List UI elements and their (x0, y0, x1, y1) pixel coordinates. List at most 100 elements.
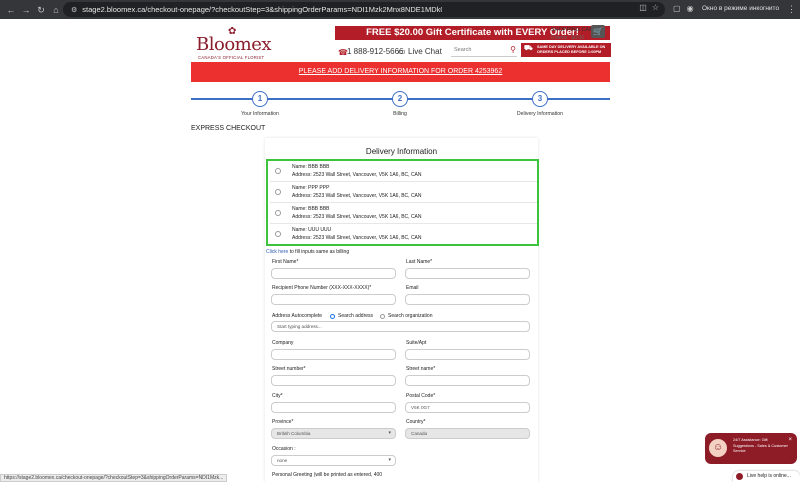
saved-address-item[interactable]: Name: PPP PPP Address: 2523 Wall Street,… (270, 182, 537, 203)
phone-number[interactable]: 1 888-912-5666 (347, 47, 404, 56)
browser-status-url: https://stage2.bloomex.ca/checkout-onepa… (0, 474, 228, 482)
saved-address-item[interactable]: Name: BBB BBB Address: 2523 Wall Street,… (270, 203, 537, 224)
search-organization-radio[interactable] (380, 313, 385, 319)
delivery-alert-banner[interactable]: PLEASE ADD DELIVERY INFORMATION FOR ORDE… (191, 62, 610, 82)
company-field[interactable] (271, 349, 396, 360)
cart-summary: 0 items · $0.00 (551, 35, 585, 41)
logo-tagline: CANADA'S OFFICIAL FLORIST (198, 55, 265, 60)
address-radio[interactable] (275, 168, 281, 174)
street-name-label: Street name* (406, 366, 436, 372)
last-name-label: Last Name* (406, 259, 433, 265)
browser-toolbar: ← → ↻ ⌂ ⚙ stage2.bloomex.ca/checkout-one… (0, 0, 800, 19)
delivery-information-title: Delivery Information (365, 147, 438, 156)
country-label: Country* (406, 419, 426, 425)
city-field[interactable] (271, 402, 396, 413)
address-bar[interactable]: ⚙ stage2.bloomex.ca/checkout-onepage/?ch… (63, 2, 665, 17)
postal-code-field[interactable]: V5K 0G7 (405, 402, 530, 413)
search-organization-option[interactable]: Search organization (380, 313, 432, 319)
city-label: City* (272, 393, 283, 399)
site-info-icon[interactable]: ⚙ (71, 6, 77, 14)
address-line: Address: 2523 Wall Street, Vancouver, V5… (292, 214, 422, 220)
province-select[interactable]: British Columbia ▾ (271, 428, 396, 439)
live-chat-link[interactable]: Live Chat (408, 47, 442, 56)
cart-icon[interactable]: 🛒 (591, 25, 605, 38)
reload-icon[interactable]: ↻ (35, 4, 47, 16)
street-number-label: Street number* (272, 366, 306, 372)
search-address-radio[interactable] (330, 313, 335, 319)
step-2-label: Billing (393, 111, 407, 117)
saved-addresses-list: Name: BBB BBB Address: 2523 Wall Street,… (266, 159, 539, 246)
address-line: Address: 2523 Wall Street, Vancouver, V5… (292, 172, 422, 178)
same-day-text: SAME DAY DELIVERY AVAILABLE ON ORDERS PL… (537, 45, 606, 54)
occasion-select[interactable]: none ▾ (271, 455, 396, 466)
chat-assistance-text: 24/7 Assistance: Gift Suggestions - Sale… (733, 438, 788, 453)
address-name: Name: BBB BBB (292, 164, 330, 170)
search-box: ⚲ (451, 44, 517, 57)
address-autocomplete-input[interactable]: Start typing address... (271, 321, 530, 332)
bookmark-star-icon[interactable]: ☆ (652, 3, 659, 12)
incognito-label[interactable]: Окно в режиме инкогнито (702, 5, 779, 12)
first-name-field[interactable] (271, 268, 396, 279)
address-name: Name: BBB BBB (292, 206, 330, 212)
shopping-cart-label[interactable]: SHOPPING CART (551, 27, 596, 33)
address-name: Name: PPP PPP (292, 185, 330, 191)
logo-text: Bloomex (196, 34, 272, 55)
step-3-label: Delivery Information (516, 111, 564, 117)
search-icon[interactable]: ⚲ (510, 45, 516, 54)
forward-icon[interactable]: → (20, 4, 32, 16)
street-number-field[interactable] (271, 375, 396, 386)
back-icon[interactable]: ← (5, 4, 17, 16)
address-radio[interactable] (275, 231, 281, 237)
saved-address-item[interactable]: Name: BBB BBB Address: 2523 Wall Street,… (270, 161, 537, 182)
search-input[interactable] (451, 44, 505, 56)
bloomex-logo[interactable]: ✿ Bloomex CANADA'S OFFICIAL FLORIST (196, 27, 296, 62)
first-name-label: First Name* (272, 259, 299, 265)
suite-field[interactable] (405, 349, 530, 360)
street-name-field[interactable] (405, 375, 530, 386)
province-label: Province* (272, 419, 294, 425)
saved-address-item[interactable]: Name: UUU UUU Address: 2523 Wall Street,… (270, 224, 537, 245)
live-help-tab[interactable]: Live help is online... (733, 471, 800, 482)
home-icon[interactable]: ⌂ (50, 4, 62, 16)
address-radio[interactable] (275, 210, 281, 216)
chat-bubble-icon: ▭ (398, 47, 406, 56)
province-value: British Columbia (277, 431, 311, 436)
country-field: Canada (405, 428, 530, 439)
chevron-down-icon: ▾ (388, 430, 391, 436)
email-field[interactable] (405, 294, 530, 305)
address-line: Address: 2523 Wall Street, Vancouver, V5… (292, 235, 422, 241)
profile-icon[interactable]: ◉ (687, 4, 694, 13)
step-1-circle[interactable]: 1 (252, 91, 268, 107)
url-text[interactable]: stage2.bloomex.ca/checkout-onepage/?chec… (82, 5, 442, 14)
step-3-circle[interactable]: 3 (532, 91, 548, 107)
close-icon[interactable]: × (788, 437, 792, 443)
recipient-phone-field[interactable] (271, 294, 396, 305)
search-address-option[interactable]: Search address (330, 313, 373, 319)
step-2-circle[interactable]: 2 (392, 91, 408, 107)
browser-menu-icon[interactable]: ⋮ (787, 4, 796, 15)
search-organization-label: Search organization (388, 313, 433, 319)
click-here-link[interactable]: Click here (266, 249, 288, 255)
occasion-value: none (277, 458, 288, 463)
address-name: Name: UUU UUU (292, 227, 332, 233)
company-label: Company (272, 340, 294, 346)
address-radio[interactable] (275, 189, 281, 195)
live-help-text: Live help is online... (747, 473, 791, 479)
agent-avatar-icon: ☺ (709, 439, 727, 457)
chat-assistance-popup[interactable]: ☺ 24/7 Assistance: Gift Suggestions - Sa… (705, 433, 797, 464)
chevron-down-icon: ▾ (388, 457, 391, 463)
address-autocomplete-label: Address Autocomplete (272, 313, 323, 319)
postal-code-label: Postal Code* (406, 393, 436, 399)
last-name-field[interactable] (405, 268, 530, 279)
search-address-label: Search address (338, 313, 374, 319)
copy-billing-text: to fill inputs same as billing (288, 249, 350, 255)
extensions-icon[interactable]: ◫ (639, 3, 647, 12)
truck-icon: ⛟ (524, 45, 533, 52)
address-line: Address: 2523 Wall Street, Vancouver, V5… (292, 193, 422, 199)
email-label: Email (406, 285, 419, 291)
copy-billing-hint: Click here to fill inputs same as billin… (266, 249, 349, 255)
personal-greeting-label: Personal Greeting (will be printed as en… (272, 472, 383, 478)
tab-search-icon[interactable]: ▢ (673, 4, 681, 13)
phone-label: Recipient Phone Number (XXX-XXX-XXXX)* (272, 285, 372, 291)
same-day-delivery-banner: ⛟ SAME DAY DELIVERY AVAILABLE ON ORDERS … (521, 43, 611, 57)
